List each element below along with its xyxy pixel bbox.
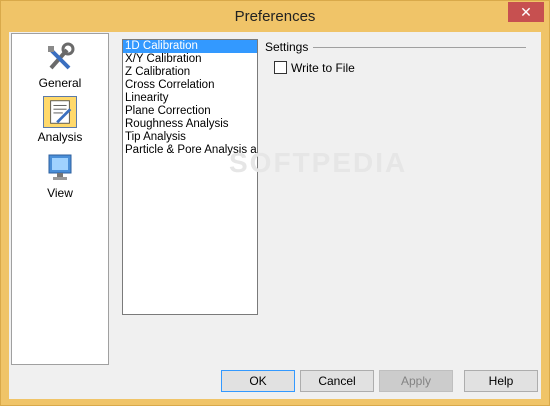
monitor-icon [48,154,72,180]
button-bar: OK Cancel Apply Help [9,365,541,399]
cancel-button[interactable]: Cancel [300,370,374,392]
analysis-icon [43,96,77,128]
window-title: Preferences [234,8,316,25]
list-item[interactable]: Tip Analysis [123,131,257,144]
help-button[interactable]: Help [464,370,538,392]
sidebar-item-view[interactable]: View [12,148,108,200]
sidebar-item-general[interactable]: General [12,38,108,90]
list-item[interactable]: X/Y Calibration [123,53,257,66]
ok-button[interactable]: OK [221,370,295,392]
sidebar-item-analysis[interactable]: Analysis [12,92,108,144]
write-to-file-label[interactable]: Write to File [291,61,355,75]
list-item[interactable]: Roughness Analysis [123,118,257,131]
close-icon: ✕ [520,4,532,20]
tools-icon [48,42,75,70]
sidebar-item-label: View [47,186,73,200]
watermark: SOFTPEDIA [229,147,408,178]
settings-group-label: Settings [265,40,309,54]
sidebar-item-label: General [38,76,82,90]
settings-group-divider [313,47,526,48]
apply-button[interactable]: Apply [379,370,453,392]
close-button[interactable]: ✕ [508,2,544,22]
list-item[interactable]: Z Calibration [123,66,257,79]
title-bar[interactable]: Preferences ✕ [1,1,549,32]
list-item[interactable]: Linearity [123,92,257,105]
dialog-content: General Analysis View 1D Calibration X/Y… [9,32,541,365]
preferences-window: Preferences ✕ General Analysis View 1D C… [0,0,550,406]
list-item[interactable]: 1D Calibration [123,40,257,53]
list-item[interactable]: Plane Correction [123,105,257,118]
list-item[interactable]: Cross Correlation [123,79,257,92]
sidebar-item-label: Analysis [37,130,83,144]
write-to-file-checkbox[interactable] [274,61,287,74]
category-sidebar: General Analysis View [11,33,109,365]
